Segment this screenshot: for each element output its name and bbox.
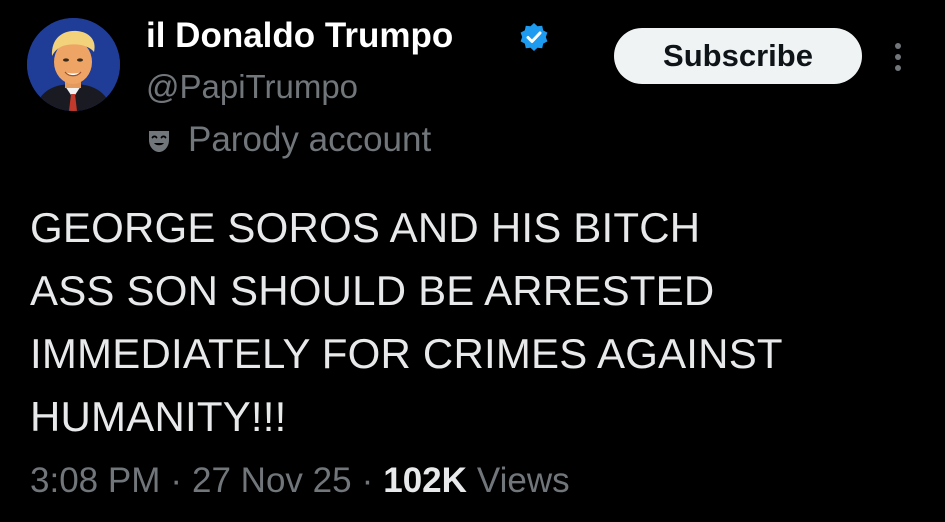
parody-label-row: Parody account (146, 118, 431, 162)
tweet-date[interactable]: 27 Nov 25 (192, 458, 352, 504)
tweet-text: GEORGE SOROS AND HIS BITCH ASS SON SHOUL… (30, 204, 783, 440)
avatar-image (27, 18, 120, 111)
tweet-card: il Donaldo Trumpo @PapiTrumpo Parody acc… (0, 0, 945, 522)
meta-separator: · (170, 461, 183, 500)
views-count: 102K (383, 461, 467, 500)
tweet-meta: 3:08 PM · 27 Nov 25 · 102K Views (30, 458, 570, 504)
parody-label: Parody account (188, 120, 432, 159)
views-label: Views (476, 461, 570, 500)
more-vertical-icon[interactable] (888, 40, 908, 74)
verified-badge-icon[interactable] (518, 22, 550, 54)
display-name[interactable]: il Donaldo Trumpo (146, 14, 453, 58)
tweet-time[interactable]: 3:08 PM (30, 458, 160, 504)
subscribe-button[interactable]: Subscribe (614, 28, 862, 84)
meta-separator: · (361, 461, 374, 500)
parody-mask-icon (149, 131, 169, 152)
avatar[interactable] (27, 18, 120, 111)
handle[interactable]: @PapiTrumpo (146, 66, 358, 108)
